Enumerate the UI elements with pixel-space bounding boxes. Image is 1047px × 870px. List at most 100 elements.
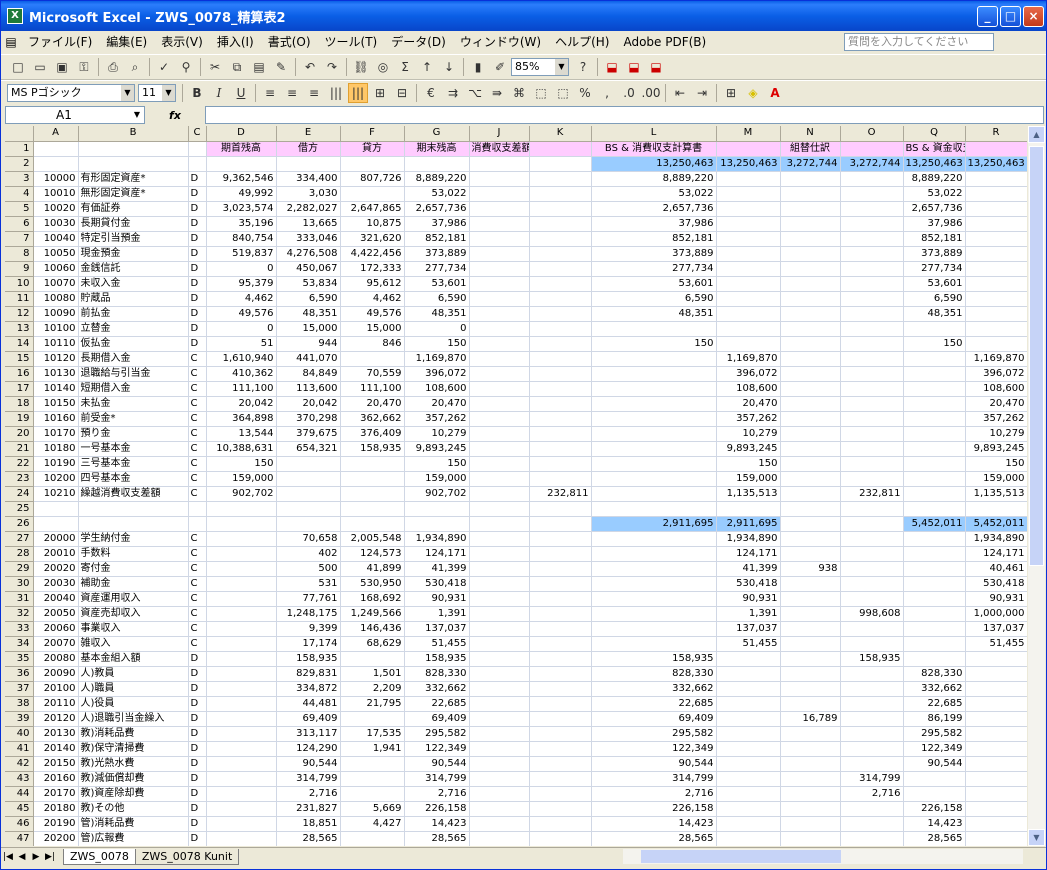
cell[interactable]: 295,582 <box>903 726 966 742</box>
first-sheet-icon[interactable]: |◀ <box>1 852 15 862</box>
cell[interactable] <box>78 516 189 532</box>
fit-icon[interactable]: ⬚ <box>531 83 551 103</box>
cell[interactable] <box>965 501 1027 517</box>
cell[interactable]: 15,000 <box>340 321 405 337</box>
cell[interactable] <box>591 636 717 652</box>
cell[interactable] <box>529 771 592 787</box>
cell[interactable]: 35,196 <box>206 216 277 232</box>
cell[interactable]: 手数料 <box>78 546 189 562</box>
cell[interactable] <box>206 606 277 622</box>
cell[interactable] <box>33 501 79 517</box>
cell[interactable] <box>469 816 530 832</box>
cell[interactable] <box>206 831 277 846</box>
cell[interactable]: 期首残高 <box>206 141 277 157</box>
cell[interactable] <box>840 396 904 412</box>
cell[interactable] <box>469 516 530 532</box>
cell[interactable] <box>591 531 717 547</box>
cell[interactable] <box>840 681 904 697</box>
cell[interactable]: 1,135,513 <box>716 486 781 502</box>
cell[interactable]: 51,455 <box>965 636 1027 652</box>
row-header[interactable]: 41 <box>5 741 34 757</box>
cell[interactable]: 846 <box>340 336 405 352</box>
cell[interactable] <box>529 291 592 307</box>
borders-icon[interactable]: ⊞ <box>721 83 741 103</box>
cell[interactable]: 10,279 <box>965 426 1027 442</box>
cell[interactable]: 231,827 <box>276 801 341 817</box>
menu-item[interactable]: ウィンドウ(W) <box>453 31 548 53</box>
cell[interactable]: 450,067 <box>276 261 341 277</box>
cell[interactable] <box>903 606 966 622</box>
row-header[interactable]: 26 <box>5 516 34 532</box>
cell[interactable] <box>276 516 341 532</box>
cell[interactable] <box>780 396 841 412</box>
cell[interactable]: 332,662 <box>591 681 717 697</box>
cell[interactable]: 137,037 <box>404 621 470 637</box>
cell[interactable] <box>469 606 530 622</box>
cell[interactable] <box>840 561 904 577</box>
cell[interactable]: 10170 <box>33 426 79 442</box>
cell[interactable]: 2,647,865 <box>340 201 405 217</box>
cell[interactable] <box>840 381 904 397</box>
cell[interactable]: 150 <box>404 336 470 352</box>
cell[interactable] <box>965 231 1027 247</box>
row-header[interactable]: 36 <box>5 666 34 682</box>
cell[interactable] <box>840 291 904 307</box>
cell[interactable]: 2,716 <box>840 786 904 802</box>
cell[interactable]: 396,072 <box>404 366 470 382</box>
cell[interactable]: 教)保守清掃費 <box>78 741 189 757</box>
decrease-indent-icon[interactable]: ⇤ <box>670 83 690 103</box>
cell[interactable]: 20160 <box>33 771 79 787</box>
cell[interactable] <box>469 471 530 487</box>
column-header[interactable]: O <box>840 126 904 142</box>
cell[interactable]: C <box>188 366 207 382</box>
row-header[interactable]: 18 <box>5 396 34 412</box>
cell[interactable]: 828,330 <box>404 666 470 682</box>
cell[interactable] <box>206 696 277 712</box>
cell[interactable] <box>965 171 1027 187</box>
row-header[interactable]: 47 <box>5 831 34 846</box>
column-header[interactable]: A <box>33 126 79 142</box>
cell[interactable] <box>529 501 592 517</box>
cell[interactable]: 150 <box>206 456 277 472</box>
cell[interactable] <box>780 546 841 562</box>
cell[interactable]: 124,171 <box>965 546 1027 562</box>
cell[interactable]: 9,399 <box>276 621 341 637</box>
row-header[interactable]: 15 <box>5 351 34 367</box>
cell[interactable]: 410,362 <box>206 366 277 382</box>
cell[interactable]: 90,544 <box>276 756 341 772</box>
cell[interactable]: 28,565 <box>276 831 341 846</box>
cell[interactable] <box>340 711 405 727</box>
cell[interactable]: C <box>188 636 207 652</box>
cell[interactable] <box>206 786 277 802</box>
row-header[interactable]: 34 <box>5 636 34 652</box>
cell[interactable] <box>469 666 530 682</box>
column-header[interactable]: L <box>591 126 717 142</box>
cell[interactable]: 49,576 <box>340 306 405 322</box>
cell[interactable] <box>469 306 530 322</box>
cell[interactable]: 124,171 <box>404 546 470 562</box>
percent-icon[interactable]: % <box>575 83 595 103</box>
cell[interactable] <box>529 711 592 727</box>
cell[interactable]: 有形固定資産* <box>78 171 189 187</box>
cell[interactable]: 332,662 <box>404 681 470 697</box>
cell[interactable] <box>965 276 1027 292</box>
cell[interactable]: 金銭信託 <box>78 261 189 277</box>
sheet-tab-zws-0078-kunit[interactable]: ZWS_0078 Kunit <box>134 848 240 865</box>
euro-convert-icon[interactable]: ⇉ <box>443 83 463 103</box>
column-header[interactable]: K <box>529 126 592 142</box>
cell[interactable]: 人)役員 <box>78 696 189 712</box>
cell[interactable]: 20040 <box>33 591 79 607</box>
cell[interactable]: 295,582 <box>591 726 717 742</box>
cell[interactable]: 教)光熱水費 <box>78 756 189 772</box>
cell[interactable]: 150 <box>404 456 470 472</box>
menu-item[interactable]: 書式(O) <box>261 31 318 53</box>
cell[interactable] <box>529 456 592 472</box>
pdf-mail-icon[interactable]: ⬓ <box>624 57 644 77</box>
cell[interactable] <box>469 441 530 457</box>
cell[interactable]: 10140 <box>33 381 79 397</box>
cell[interactable]: 829,831 <box>276 666 341 682</box>
cell[interactable]: 852,181 <box>404 231 470 247</box>
cell[interactable]: 10030 <box>33 216 79 232</box>
cell[interactable]: 332,662 <box>903 681 966 697</box>
cell[interactable] <box>965 726 1027 742</box>
